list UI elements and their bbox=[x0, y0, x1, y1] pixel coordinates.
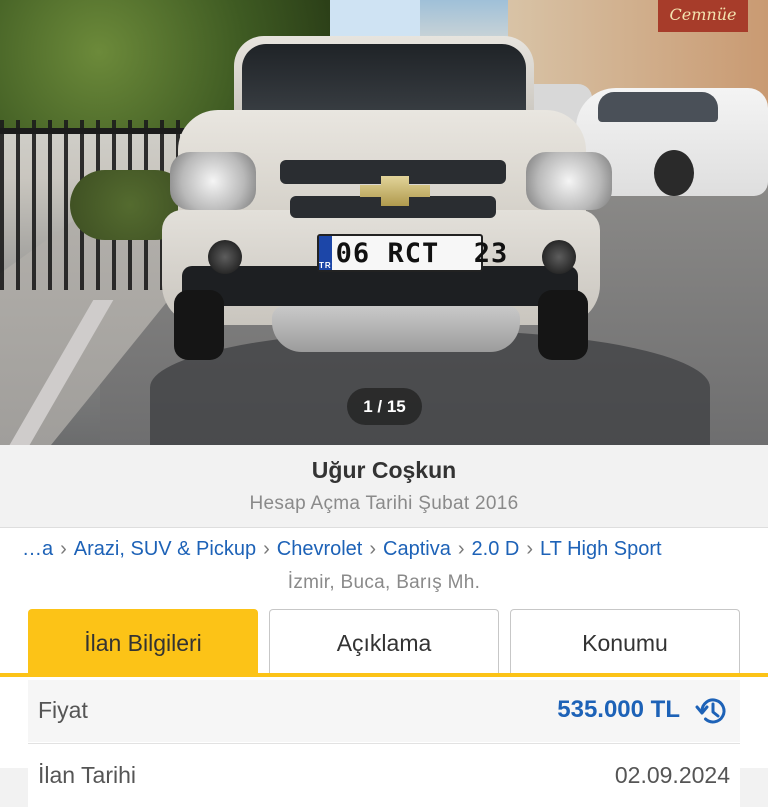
breadcrumb-item[interactable]: Captiva bbox=[383, 538, 451, 560]
row-divider bbox=[28, 743, 740, 744]
car-skid-plate bbox=[272, 306, 520, 352]
breadcrumb-separator-icon: › bbox=[526, 538, 534, 560]
car-headlight-right bbox=[526, 152, 612, 210]
tab-description[interactable]: Açıklama bbox=[269, 609, 499, 673]
plate-text: 06 RCT 23 bbox=[335, 237, 509, 269]
date-label: İlan Tarihi bbox=[38, 762, 137, 788]
listing-details-table: Fiyat 535.000 TL İlan Tarihi 02.09.2024 bbox=[0, 677, 768, 807]
car-tire-left bbox=[174, 290, 224, 360]
breadcrumb: …a › Arazi, SUV & Pickup › Chevrolet › Captiva… bbox=[22, 538, 762, 561]
license-plate: TR 06 RCT 23 bbox=[317, 234, 507, 272]
price-label: Fiyat bbox=[38, 697, 88, 723]
breadcrumb-item[interactable]: …a bbox=[22, 538, 53, 560]
listing-photo[interactable]: Cemnüe TR 06 RCT 23 1 / 15 bbox=[0, 0, 768, 445]
car-tire-right bbox=[538, 290, 588, 360]
history-icon[interactable] bbox=[694, 692, 732, 730]
table-row-date: İlan Tarihi 02.09.2024 bbox=[28, 745, 740, 807]
car-headlight-left bbox=[170, 152, 256, 210]
breadcrumb-item[interactable]: LT High Sport bbox=[540, 538, 662, 560]
category-section: …a › Arazi, SUV & Pickup › Chevrolet › Captiva… bbox=[0, 527, 768, 610]
listing-location: İzmir, Buca, Barış Mh. bbox=[287, 572, 481, 593]
seller-name[interactable]: Uğur Coşkun bbox=[0, 457, 768, 484]
seller-account-date: Hesap Açma Tarihi Şubat 2016 bbox=[249, 493, 519, 514]
breadcrumb-item[interactable]: Arazi, SUV & Pickup bbox=[74, 538, 256, 560]
breadcrumb-separator-icon: › bbox=[60, 538, 67, 560]
car-windshield bbox=[242, 44, 526, 118]
breadcrumb-separator-icon: › bbox=[369, 538, 377, 560]
photo-main-car: TR 06 RCT 23 bbox=[162, 30, 612, 360]
tab-location[interactable]: Konumu bbox=[510, 609, 740, 673]
breadcrumb-separator-icon: › bbox=[457, 538, 465, 560]
breadcrumb-separator-icon: › bbox=[263, 538, 270, 560]
photo-counter: 1 / 15 bbox=[347, 388, 422, 425]
plate-country-code: TR bbox=[319, 236, 332, 270]
date-value: 02.09.2024 bbox=[614, 762, 730, 788]
breadcrumb-item[interactable]: Chevrolet bbox=[277, 538, 363, 560]
car-foglight-right bbox=[542, 240, 576, 274]
table-row-price: Fiyat 535.000 TL bbox=[28, 680, 740, 742]
car-foglight-left bbox=[208, 240, 242, 274]
breadcrumb-item[interactable]: 2.0 D bbox=[472, 538, 520, 560]
price-value: 535.000 TL bbox=[557, 696, 680, 723]
tab-listing-info[interactable]: İlan Bilgileri bbox=[28, 609, 258, 673]
photo-parked-car-wheel bbox=[654, 150, 694, 196]
photo-parked-car-window bbox=[598, 92, 718, 122]
car-lower-grille bbox=[182, 266, 578, 306]
seller-info[interactable]: Uğur Coşkun Hesap Açma Tarihi Şubat 2016 bbox=[0, 445, 768, 527]
photo-shop-sign: Cemnüe bbox=[658, 0, 748, 32]
